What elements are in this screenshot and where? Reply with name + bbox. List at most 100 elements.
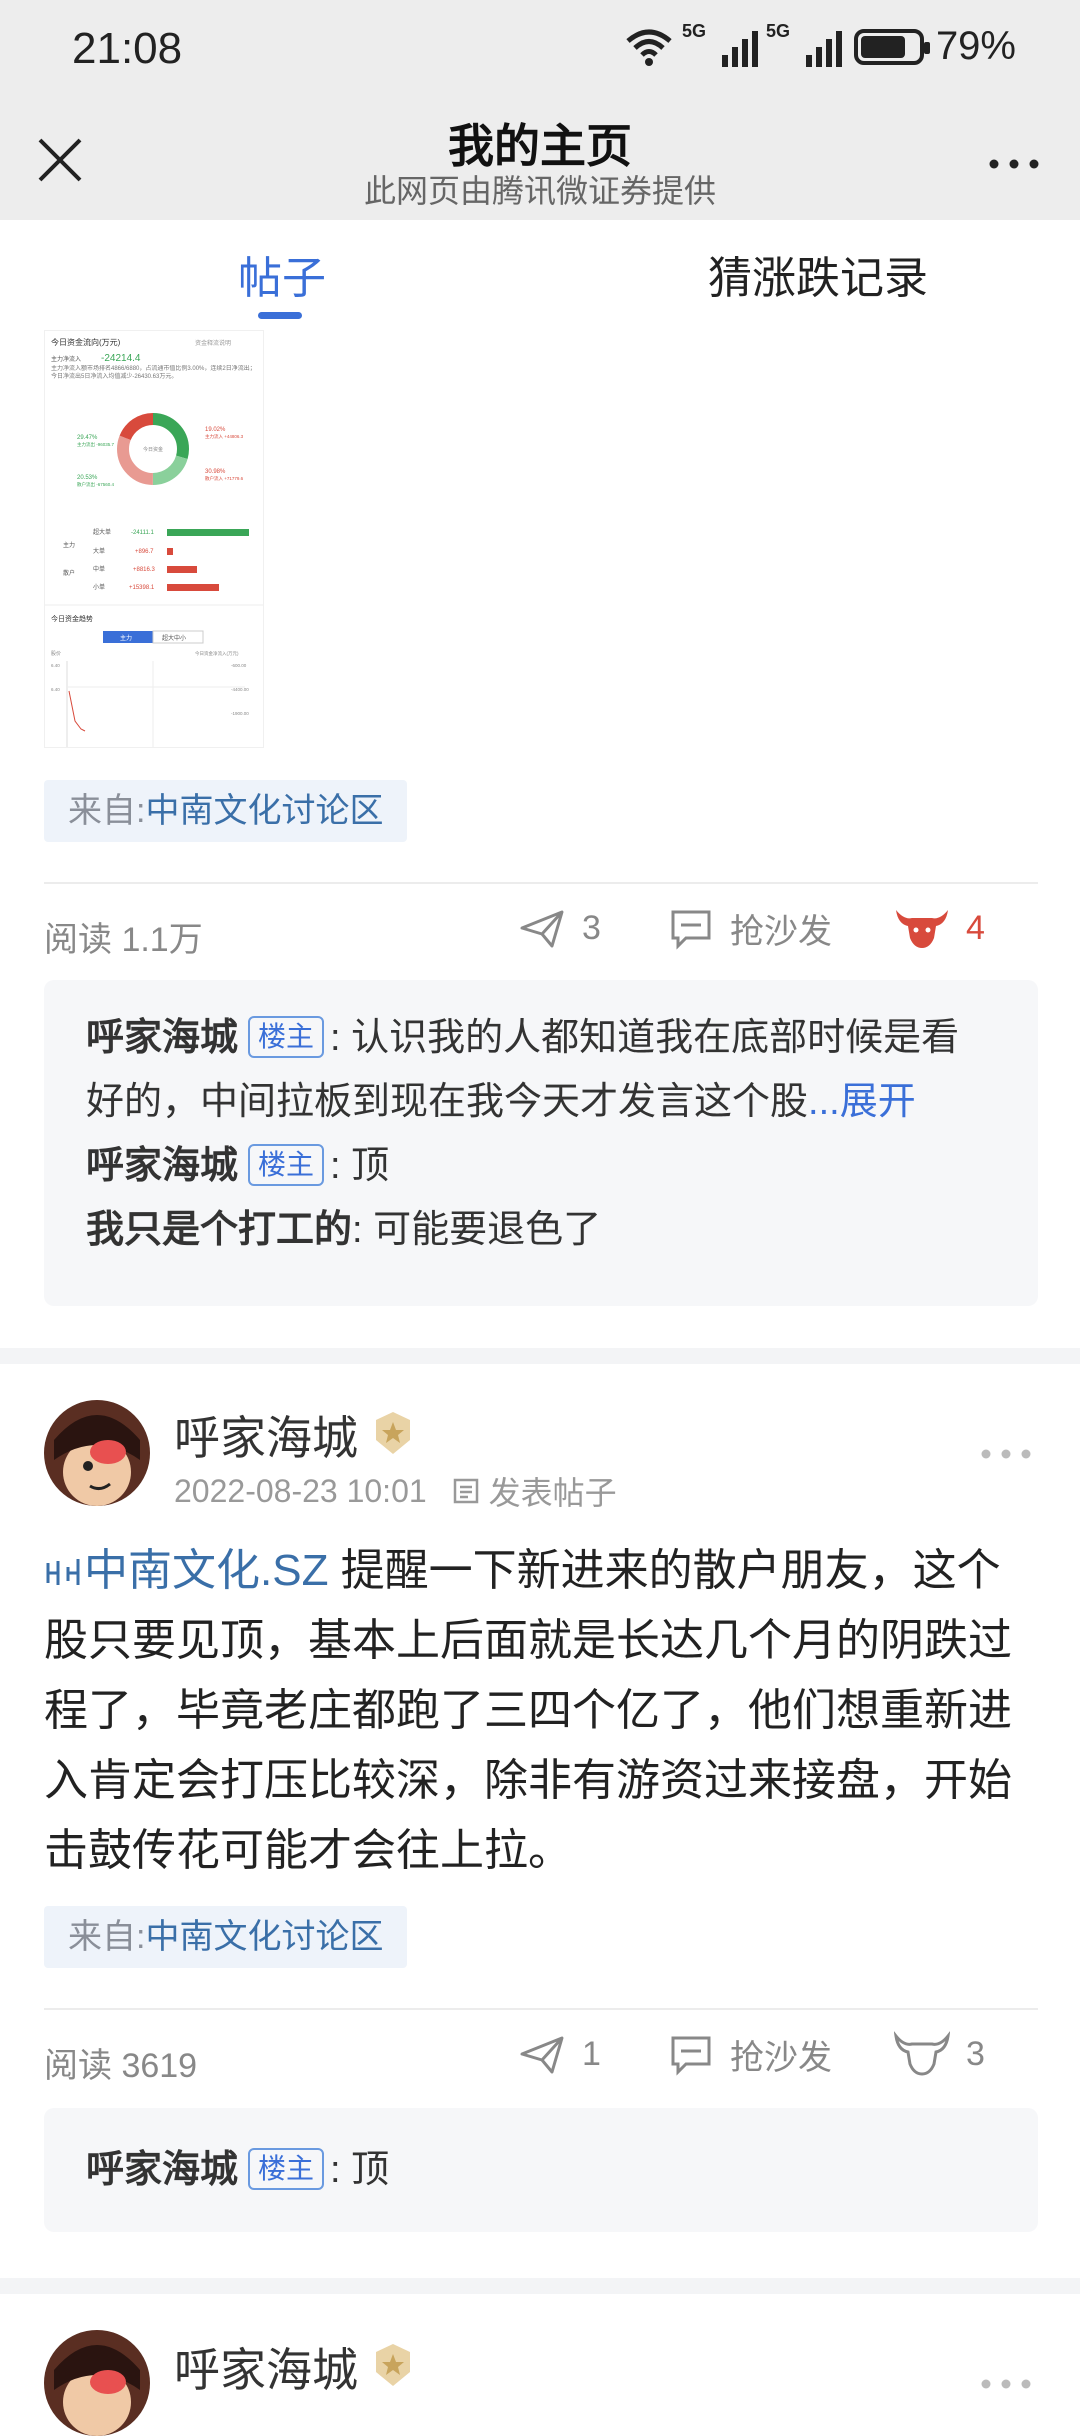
medal-icon bbox=[376, 1412, 410, 1454]
pie-sub-4: 散户流入 +71779.6 bbox=[205, 475, 244, 482]
post-more-icon[interactable] bbox=[976, 2374, 1036, 2394]
share-button[interactable]: 3 bbox=[518, 904, 601, 952]
trend-tick-r1: -600.00 bbox=[231, 663, 247, 668]
post2-comments: 呼家海城 楼主: 顶 bbox=[44, 2108, 1038, 2232]
section-separator bbox=[0, 2278, 1080, 2294]
post-time: 2022-08-23 10:01 bbox=[174, 1472, 427, 1509]
tab-bar: 帖子 猜涨跌记录 bbox=[0, 220, 1080, 330]
owner-badge: 楼主 bbox=[248, 1016, 325, 1058]
source-forum-link[interactable]: 中南文化讨论区 bbox=[145, 1906, 383, 1968]
post-image[interactable]: 今日资金流向(万元) 资金释流说明 主力净流入 -24214.4 主力净流入额市… bbox=[44, 330, 264, 748]
row-bar-3 bbox=[167, 566, 197, 573]
trend-tick-l1: 6.40 bbox=[51, 663, 60, 668]
wifi-icon bbox=[626, 29, 672, 66]
tab-active-indicator bbox=[258, 312, 302, 319]
source-forum-link[interactable]: 中南文化讨论区 bbox=[145, 780, 383, 842]
share-icon bbox=[520, 910, 564, 948]
comment-user[interactable]: 我只是个打工的 bbox=[86, 1209, 352, 1251]
row-group-main: 主力 bbox=[63, 541, 75, 549]
more-icon[interactable] bbox=[984, 134, 1044, 194]
read-count: 阅读 3619 bbox=[44, 2047, 198, 2085]
trend-tick-l2: 6.40 bbox=[51, 687, 60, 692]
trend-tab-1: 主力 bbox=[120, 634, 132, 642]
tab-guess-records[interactable]: 猜涨跌记录 bbox=[708, 242, 928, 306]
comment-button[interactable]: 抢沙发 bbox=[668, 904, 832, 953]
comment-item[interactable]: 呼家海城 楼主: 顶 bbox=[86, 2134, 996, 2206]
nav-bar: 我的主页 此网页由腾讯微证券提供 bbox=[0, 100, 1080, 220]
pie-label-3: 20.53% bbox=[77, 475, 98, 481]
post-author-name[interactable]: 呼家海城 bbox=[174, 2334, 358, 2400]
trend-tick-r2: -4400.00 bbox=[231, 687, 249, 692]
bull-button[interactable]: 3 bbox=[894, 2030, 985, 2078]
document-icon bbox=[453, 1478, 478, 1504]
row-value-4: +15398.1 bbox=[129, 585, 155, 591]
comment-text: : 顶 bbox=[330, 2149, 390, 2191]
pie-sub-3: 散户流出 -67560.4 bbox=[77, 481, 115, 488]
comment-user[interactable]: 呼家海城 bbox=[86, 2149, 238, 2191]
read-count: 阅读 1.1万 bbox=[44, 921, 203, 959]
row-bar-4 bbox=[167, 584, 219, 591]
comment-icon bbox=[671, 910, 711, 950]
comment-icon bbox=[671, 2036, 711, 2076]
row-name-2: 大单 bbox=[93, 547, 105, 555]
signal-icon-2: 5G bbox=[766, 21, 842, 67]
share-icon bbox=[520, 2036, 564, 2074]
post1-comments: 呼家海城 楼主: 认识我的人都知道我在底部时候是看好的，中间拉板到现在我今天才发言… bbox=[44, 980, 1038, 1306]
expand-link[interactable]: ...展开 bbox=[808, 1081, 916, 1123]
row-bar-1 bbox=[167, 529, 249, 536]
divider bbox=[44, 2008, 1038, 2010]
post-more-icon[interactable] bbox=[976, 1444, 1036, 1464]
img-inflow-label: 主力净流入 bbox=[51, 355, 81, 363]
post-author-name[interactable]: 呼家海城 bbox=[174, 1402, 358, 1468]
trend-axis-right: 今日资金净流入(万元) bbox=[195, 650, 239, 657]
signal-icon-1: 5G bbox=[682, 21, 758, 67]
post-body[interactable]: 中南文化.SZ 提醒一下新进来的散户朋友，这个股只要见顶，基本上后面就是长达几个… bbox=[44, 1536, 1038, 1886]
tab-posts[interactable]: 帖子 bbox=[238, 242, 326, 306]
trend-line bbox=[68, 690, 86, 732]
status-time: 21:08 bbox=[72, 24, 183, 73]
section-separator bbox=[0, 1348, 1080, 1364]
img-note: 资金释流说明 bbox=[195, 339, 231, 347]
comment-item[interactable]: 呼家海城 楼主: 顶 bbox=[86, 1134, 996, 1198]
stock-link[interactable]: 中南文化.SZ bbox=[44, 1546, 341, 1595]
pie-sub-1: 主力流出 -96035.7 bbox=[77, 441, 115, 448]
comment-item[interactable]: 我只是个打工的: 可能要退色了 bbox=[86, 1198, 996, 1262]
bull-button[interactable]: 4 bbox=[894, 904, 985, 952]
post-meta: 2022-08-23 10:01 发表帖子 bbox=[174, 1468, 617, 1514]
post2-stats: 阅读 3619 1 抢沙发 3 bbox=[44, 2030, 1038, 2090]
pie-label-4: 30.98% bbox=[205, 469, 226, 475]
avatar[interactable] bbox=[44, 1400, 150, 1506]
pie-sub-2: 主力流入 +44806.3 bbox=[205, 433, 244, 440]
row-value-2: +896.7 bbox=[135, 549, 154, 555]
trend-tab-2: 超大中小 bbox=[162, 634, 186, 642]
trend-title: 今日资金趋势 bbox=[51, 614, 93, 623]
page-subtitle: 此网页由腾讯微证券提供 bbox=[363, 173, 716, 209]
donut-chart: 今日资金 bbox=[117, 413, 189, 485]
row-group-retail: 散户 bbox=[63, 569, 75, 577]
owner-badge: 楼主 bbox=[248, 1144, 325, 1186]
comment-button[interactable]: 抢沙发 bbox=[668, 2030, 832, 2079]
avatar[interactable] bbox=[44, 2330, 150, 2436]
row-value-3: +8816.3 bbox=[133, 567, 156, 573]
bull-icon bbox=[896, 910, 948, 948]
trend-axis-left: 股价 bbox=[51, 651, 61, 657]
comment-text: : 顶 bbox=[330, 1145, 390, 1187]
comment-user[interactable]: 呼家海城 bbox=[86, 1017, 238, 1059]
battery-icon bbox=[853, 28, 930, 65]
bull-outline-icon bbox=[894, 2031, 950, 2076]
pie-label-1: 29.47% bbox=[77, 435, 98, 441]
post2-source-tag[interactable]: 来自: 中南文化讨论区 bbox=[44, 1906, 408, 1968]
share-button[interactable]: 1 bbox=[518, 2030, 601, 2078]
pie-label-2: 19.02% bbox=[205, 427, 226, 433]
post-type: 发表帖子 bbox=[451, 1468, 617, 1514]
img-title: 今日资金流向(万元) bbox=[51, 337, 121, 347]
divider bbox=[44, 882, 1038, 884]
comment-user[interactable]: 呼家海城 bbox=[86, 1145, 238, 1187]
stock-icon bbox=[46, 1559, 80, 1585]
status-bar: 21:08 5G 5G 79% bbox=[0, 0, 1080, 100]
trend-tick-r3: -1900.00 bbox=[231, 711, 249, 716]
post1-stats: 阅读 1.1万 3 抢沙发 4 bbox=[44, 904, 1038, 964]
img-desc: 主力净流入额市场排名4866/6880，占流通市值比例3.00%，连续2日净流出… bbox=[51, 366, 256, 380]
comment-item[interactable]: 呼家海城 楼主: 认识我的人都知道我在底部时候是看好的，中间拉板到现在我今天才发言… bbox=[86, 1006, 996, 1134]
post1-source-tag[interactable]: 来自: 中南文化讨论区 bbox=[44, 780, 408, 842]
